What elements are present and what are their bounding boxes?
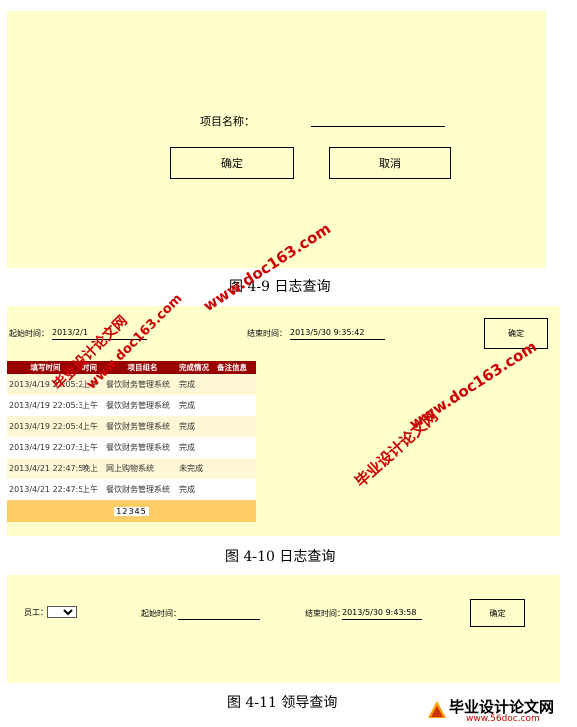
cell-status: 完成	[179, 443, 195, 452]
header-status: 完成情况	[179, 363, 209, 372]
table-row: 2013/4/19 22:05:48 上午 餐饮财务管理系统 完成	[7, 416, 256, 437]
cell-project-group: 餐饮财务管理系统	[106, 401, 170, 410]
footer-site-url: www.56doc.com	[466, 714, 540, 724]
fig9-project-name-label: 项目名称：	[200, 115, 255, 128]
fig9-panel	[7, 11, 546, 268]
cell-status: 未完成	[179, 464, 203, 473]
fig11-caption: 图 4-11 领导查询	[227, 695, 338, 711]
cell-time: 上午	[82, 401, 98, 410]
header-remarks: 备注信息	[217, 363, 247, 372]
cell-status: 完成	[179, 380, 195, 389]
table-row: 2013/4/19 22:05:31 上午 餐饮财务管理系统 完成	[7, 395, 256, 416]
cell-fill-time: 2013/4/21 22:47:55	[9, 485, 82, 494]
fig11-employee-label: 员工：	[24, 608, 48, 617]
cell-project-group: 餐饮财务管理系统	[106, 422, 170, 431]
cell-time: 上午	[82, 485, 98, 494]
cell-time: 上午	[82, 422, 98, 431]
cell-time: 晚上	[82, 464, 98, 473]
cell-time: 上午	[82, 443, 98, 452]
cell-project-group: 餐饮财务管理系统	[106, 380, 170, 389]
table-row: 2013/4/19 22:05:28 上午 餐饮财务管理系统 完成	[7, 374, 256, 395]
fig11-end-input[interactable]: 2013/5/30 9:43:58	[342, 608, 422, 620]
fig11-start-input[interactable]	[178, 608, 260, 620]
fig9-cancel-button[interactable]: 取消	[329, 147, 451, 179]
cell-fill-time: 2013/4/19 22:05:48	[9, 422, 82, 431]
pagination: 12345	[7, 500, 256, 522]
table-row: 2013/4/21 22:47:52 晚上 网上购物系统 未完成	[7, 458, 256, 479]
log-table-header: 填写时间 时间 项目组名 完成情况 备注信息	[7, 361, 256, 374]
fig10-confirm-button[interactable]: 确定	[484, 318, 548, 349]
fig10-start-label: 起始时间：	[9, 329, 49, 338]
cell-fill-time: 2013/4/21 22:47:52	[9, 464, 82, 473]
fig10-caption: 图 4-10 日志查询	[225, 549, 336, 565]
fig10-end-input[interactable]: 2013/5/30 9:35:42	[290, 328, 385, 340]
fig11-start-label: 起始时间：	[141, 609, 181, 618]
fig11-panel	[7, 575, 560, 683]
cell-project-group: 餐饮财务管理系统	[106, 485, 170, 494]
cell-fill-time: 2013/4/19 22:07:37	[9, 443, 82, 452]
table-row: 2013/4/19 22:07:37 上午 餐饮财务管理系统 完成	[7, 437, 256, 458]
cell-status: 完成	[179, 422, 195, 431]
pagination-links[interactable]: 12345	[114, 506, 149, 516]
cell-status: 完成	[179, 485, 195, 494]
table-row: 2013/4/21 22:47:55 上午 餐饮财务管理系统 完成	[7, 479, 256, 500]
fig9-confirm-button[interactable]: 确定	[170, 147, 294, 179]
cell-project-group: 餐饮财务管理系统	[106, 443, 170, 452]
fig10-end-label: 结束时间：	[247, 329, 287, 338]
log-table: 填写时间 时间 项目组名 完成情况 备注信息 2013/4/19 22:05:2…	[7, 361, 256, 522]
fig11-confirm-button[interactable]: 确定	[470, 599, 525, 627]
cell-project-group: 网上购物系统	[106, 464, 154, 473]
cell-status: 完成	[179, 401, 195, 410]
cell-fill-time: 2013/4/19 22:05:31	[9, 401, 82, 410]
employee-select[interactable]	[47, 606, 77, 618]
fig9-project-name-input[interactable]	[311, 113, 445, 127]
fig11-end-label: 结束时间：	[305, 609, 345, 618]
site-logo-icon	[427, 700, 447, 720]
